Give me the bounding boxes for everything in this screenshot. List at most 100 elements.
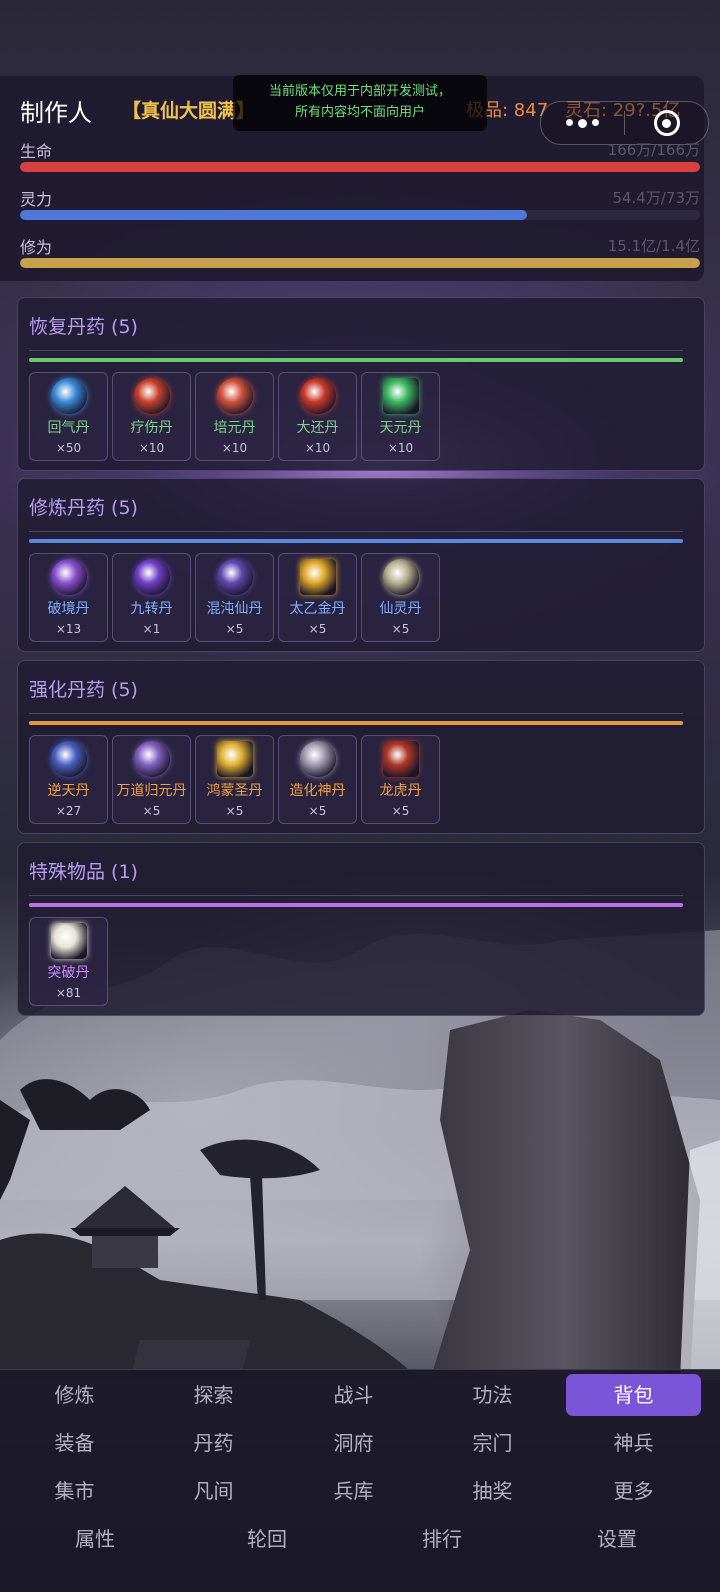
item-name: 龙虎丹 <box>379 783 422 799</box>
item-card[interactable]: 鸿蒙圣丹 ×5 <box>195 735 274 824</box>
player-name: 制作人 <box>20 99 92 127</box>
stat-bar-label: 修为 <box>20 238 53 257</box>
item-card[interactable]: 破境丹 ×13 <box>29 553 108 642</box>
section-title: 特殊物品 (1) <box>29 861 138 883</box>
white-pill-icon <box>50 923 87 959</box>
item-card[interactable]: 万道归元丹 ×5 <box>112 735 191 824</box>
nav-tab-功法[interactable]: 功法 <box>425 1374 560 1416</box>
more-menu-button[interactable] <box>541 102 624 144</box>
red-pill-icon <box>133 378 170 414</box>
item-name: 天元丹 <box>379 420 422 436</box>
nav-tab-更多[interactable]: 更多 <box>566 1470 701 1512</box>
stat-bar-value: 15.1亿/1.4亿 <box>607 237 700 255</box>
nav-tab-兵库[interactable]: 兵库 <box>286 1470 421 1512</box>
inventory-section: 特殊物品 (1) 突破丹 ×81 <box>17 842 705 1016</box>
sun-pill-icon <box>216 741 253 777</box>
stat-bar-fill <box>20 210 527 220</box>
more-dots-icon <box>566 118 599 128</box>
green-pill-icon <box>382 378 419 414</box>
nav-tab-凡间[interactable]: 凡间 <box>146 1470 281 1512</box>
pearl-pill-icon <box>382 559 419 595</box>
section-divider <box>29 350 683 351</box>
item-count: ×5 <box>391 622 410 636</box>
item-count: ×5 <box>225 804 244 818</box>
section-divider <box>29 531 683 532</box>
item-card[interactable]: 混沌仙丹 ×5 <box>195 553 274 642</box>
item-name: 逆天丹 <box>47 783 90 799</box>
item-name: 九转丹 <box>130 601 173 617</box>
target-close-icon <box>653 110 680 136</box>
red-pill-icon <box>299 378 336 414</box>
item-card[interactable]: 九转丹 ×1 <box>112 553 191 642</box>
nav-tab-洞府[interactable]: 洞府 <box>286 1422 421 1464</box>
stat-bar-track <box>20 162 700 172</box>
item-count: ×10 <box>221 441 248 455</box>
item-card[interactable]: 龙虎丹 ×5 <box>361 735 440 824</box>
chaos-pill-icon <box>216 559 253 595</box>
section-color-rule <box>29 539 683 543</box>
galaxy-pill-icon <box>50 559 87 595</box>
item-card[interactable]: 大还丹 ×10 <box>278 372 357 461</box>
item-name: 鸿蒙圣丹 <box>206 783 263 799</box>
vortex-pill-icon <box>133 559 170 595</box>
nav-tab-轮回[interactable]: 轮回 <box>182 1518 352 1560</box>
dev-test-notice: 当前版本仅用于内部开发测试， 所有内容均不面向用户 <box>233 75 487 131</box>
item-count: ×10 <box>138 441 165 455</box>
item-grid: 破境丹 ×13 九转丹 ×1 混沌仙丹 ×5 太乙金丹 ×5 仙灵丹 ×5 <box>29 553 440 642</box>
section-color-rule <box>29 358 683 362</box>
item-name: 混沌仙丹 <box>206 601 263 617</box>
item-card[interactable]: 造化神丹 ×5 <box>278 735 357 824</box>
nebula-pill-icon <box>50 741 87 777</box>
item-grid: 逆天丹 ×27 万道归元丹 ×5 鸿蒙圣丹 ×5 造化神丹 ×5 龙虎丹 ×5 <box>29 735 440 824</box>
item-count: ×10 <box>387 441 414 455</box>
stat-bar-track <box>20 210 700 220</box>
nav-tab-神兵[interactable]: 神兵 <box>566 1422 701 1464</box>
red-pill-icon <box>216 378 253 414</box>
section-divider <box>29 713 683 714</box>
item-count: ×5 <box>391 804 410 818</box>
close-miniprogram-button[interactable] <box>625 102 708 144</box>
item-name: 突破丹 <box>47 965 90 981</box>
section-title: 恢复丹药 (5) <box>29 316 138 338</box>
stat-bar-track <box>20 258 700 268</box>
nav-tab-修炼[interactable]: 修炼 <box>7 1374 142 1416</box>
item-name: 培元丹 <box>213 420 256 436</box>
nav-tab-探索[interactable]: 探索 <box>146 1374 281 1416</box>
item-count: ×27 <box>55 804 82 818</box>
stat-bar-value: 54.4万/73万 <box>612 189 700 207</box>
item-card[interactable]: 疗伤丹 ×10 <box>112 372 191 461</box>
stat-bar-label: 生命 <box>20 142 53 161</box>
item-card[interactable]: 回气丹 ×50 <box>29 372 108 461</box>
stat-bar-fill <box>20 162 700 172</box>
section-color-rule <box>29 903 683 907</box>
nav-tab-丹药[interactable]: 丹药 <box>146 1422 281 1464</box>
item-name: 仙灵丹 <box>379 601 422 617</box>
nav-tab-背包[interactable]: 背包 <box>566 1374 701 1416</box>
nav-tab-设置[interactable]: 设置 <box>532 1518 702 1560</box>
nav-tab-战斗[interactable]: 战斗 <box>286 1374 421 1416</box>
item-card[interactable]: 突破丹 ×81 <box>29 917 108 1006</box>
item-card[interactable]: 天元丹 ×10 <box>361 372 440 461</box>
item-name: 大还丹 <box>296 420 339 436</box>
nav-tab-集市[interactable]: 集市 <box>7 1470 142 1512</box>
nav-tab-宗门[interactable]: 宗门 <box>425 1422 560 1464</box>
item-name: 疗伤丹 <box>130 420 173 436</box>
item-name: 破境丹 <box>47 601 90 617</box>
section-divider <box>29 895 683 896</box>
nav-tab-排行[interactable]: 排行 <box>357 1518 527 1560</box>
item-card[interactable]: 培元丹 ×10 <box>195 372 274 461</box>
nav-tab-抽奖[interactable]: 抽奖 <box>425 1470 560 1512</box>
nav-tab-属性[interactable]: 属性 <box>10 1518 180 1560</box>
nav-tab-装备[interactable]: 装备 <box>7 1422 142 1464</box>
section-color-rule <box>29 721 683 725</box>
item-card[interactable]: 逆天丹 ×27 <box>29 735 108 824</box>
item-grid: 突破丹 ×81 <box>29 917 108 1006</box>
item-count: ×5 <box>308 622 327 636</box>
item-count: ×5 <box>142 804 161 818</box>
item-grid: 回气丹 ×50 疗伤丹 ×10 培元丹 ×10 大还丹 ×10 天元丹 ×10 <box>29 372 440 461</box>
item-card[interactable]: 仙灵丹 ×5 <box>361 553 440 642</box>
item-card[interactable]: 太乙金丹 ×5 <box>278 553 357 642</box>
item-name: 造化神丹 <box>289 783 346 799</box>
dev-notice-line1: 当前版本仅用于内部开发测试， <box>268 84 451 99</box>
swirl-pill-icon <box>50 378 87 414</box>
